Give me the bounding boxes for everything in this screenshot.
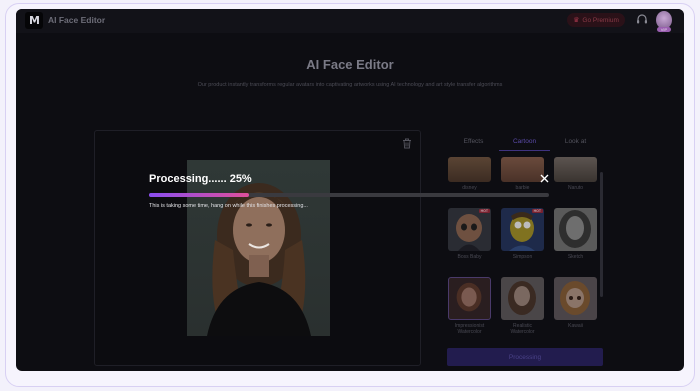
- processing-button[interactable]: Processing: [447, 348, 603, 366]
- hot-badge: HOT: [531, 209, 543, 213]
- progress-fill: [149, 193, 249, 197]
- style-card-kawaii[interactable]: Kawaii: [554, 277, 597, 329]
- app-name: AI Face Editor: [48, 15, 106, 25]
- processing-message: This is taking some time, hang on while …: [149, 203, 308, 209]
- go-premium-button[interactable]: ♛ Go Premium: [567, 13, 625, 27]
- style-card-impressionist-watercolor[interactable]: Impressionist Watercolor: [448, 277, 491, 335]
- style-card-naruto[interactable]: Naruto: [554, 157, 597, 191]
- style-label: barbie: [515, 185, 530, 191]
- style-card-boss-baby[interactable]: HOT Boss Baby: [448, 208, 491, 260]
- style-card-sketch[interactable]: Sketch: [554, 208, 597, 260]
- style-label: Simpson: [512, 254, 533, 260]
- style-thumb-realistic: [501, 277, 544, 320]
- sketch-art: [559, 210, 591, 248]
- style-label: Impressionist Watercolor: [454, 323, 485, 335]
- style-thumb-simpson: HOT: [501, 208, 544, 251]
- tab-effects[interactable]: Effects: [448, 135, 499, 151]
- page-subtitle: Our product instantly transforms regular…: [197, 82, 503, 88]
- style-label: Realistic Watercolor: [510, 323, 535, 335]
- crown-icon: ♛: [573, 17, 580, 24]
- style-card-simpson[interactable]: HOT Simpson: [501, 208, 544, 260]
- style-card-disney[interactable]: disney: [448, 157, 491, 191]
- style-thumb-kawaii: [554, 277, 597, 320]
- progress-bar: [149, 193, 549, 197]
- style-thumb-impressionist: [448, 277, 491, 320]
- style-label: Naruto: [567, 185, 583, 191]
- style-thumb-boss-baby: HOT: [448, 208, 491, 251]
- boss-baby-art: [456, 214, 482, 251]
- headset-icon[interactable]: [635, 13, 649, 27]
- style-list-scrollbar[interactable]: [600, 172, 603, 297]
- style-tabs: Effects Cartoon Look at: [448, 135, 601, 151]
- vip-badge: VIP: [657, 27, 671, 32]
- realistic-art: [508, 281, 536, 315]
- style-thumb-disney: [448, 157, 491, 182]
- style-label: Sketch: [567, 254, 584, 260]
- style-label: disney: [462, 185, 477, 191]
- style-thumb-sketch: [554, 208, 597, 251]
- style-thumb-barbie: [501, 157, 544, 182]
- top-bar: M AI Face Editor ♛ Go Premium VIP: [16, 9, 684, 33]
- trash-icon[interactable]: [402, 138, 412, 149]
- page-title: AI Face Editor: [306, 57, 394, 72]
- style-card-barbie[interactable]: barbie: [501, 157, 544, 191]
- style-label: Kawaii: [568, 323, 583, 329]
- processing-title: Processing...... 25%: [149, 173, 252, 185]
- logo-icon[interactable]: M: [25, 12, 43, 29]
- tab-cartoon[interactable]: Cartoon: [499, 135, 550, 151]
- app-window: M AI Face Editor ♛ Go Premium VIP AI Fac…: [16, 9, 684, 371]
- style-card-realistic-watercolor[interactable]: Realistic Watercolor: [501, 277, 544, 335]
- simpson-art: [509, 212, 535, 251]
- close-icon[interactable]: [540, 174, 549, 183]
- portrait-illustration: [207, 183, 311, 336]
- style-thumb-naruto: [554, 157, 597, 182]
- tab-look-at[interactable]: Look at: [550, 135, 601, 151]
- impressionist-art: [456, 282, 482, 312]
- kawaii-art: [560, 281, 590, 315]
- hot-badge: HOT: [478, 209, 490, 213]
- uploaded-portrait: [187, 160, 330, 336]
- style-label: Boss Baby: [457, 254, 482, 260]
- go-premium-label: Go Premium: [582, 16, 619, 24]
